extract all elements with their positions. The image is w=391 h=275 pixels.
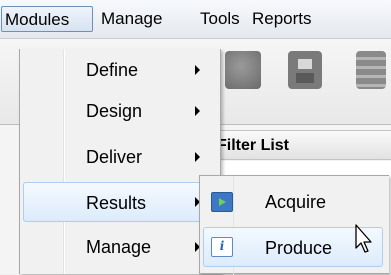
menu-item-design[interactable]: Design (23, 91, 215, 131)
menu-item-deliver[interactable]: Deliver (23, 137, 215, 177)
save-icon[interactable] (288, 51, 322, 89)
stack-icon[interactable] (356, 51, 386, 89)
menu-item-label: Design (86, 101, 143, 121)
submenu-arrow-icon (195, 106, 200, 116)
acquire-icon (211, 192, 233, 212)
menu-modules[interactable]: Modules (1, 6, 93, 32)
menu-bar: Modules Manage Tools Reports (0, 0, 391, 39)
submenu-arrow-icon (195, 152, 200, 162)
menu-item-label: Deliver (86, 147, 143, 167)
modules-dropdown: Define Design Deliver Results Manage (19, 49, 221, 274)
submenu-arrow-icon (195, 65, 200, 75)
submenu-item-label: Produce (265, 238, 333, 258)
menu-item-define[interactable]: Define (23, 50, 215, 90)
menu-tools[interactable]: Tools (200, 6, 240, 32)
mouse-cursor-icon (355, 224, 372, 253)
menu-manage[interactable]: Manage (101, 6, 162, 32)
module-icon[interactable] (225, 51, 261, 89)
menu-item-results[interactable]: Results (23, 182, 215, 222)
menu-item-label: Results (86, 193, 147, 213)
menu-item-label: Define (86, 60, 139, 80)
menu-item-manage[interactable]: Manage (23, 227, 215, 267)
menu-item-label: Manage (86, 237, 152, 257)
filter-list-header: Filter List (203, 130, 391, 160)
produce-icon: i (211, 237, 233, 257)
menu-reports[interactable]: Reports (252, 6, 312, 32)
submenu-item-acquire[interactable]: Acquire (203, 182, 383, 222)
submenu-item-label: Acquire (265, 192, 327, 212)
